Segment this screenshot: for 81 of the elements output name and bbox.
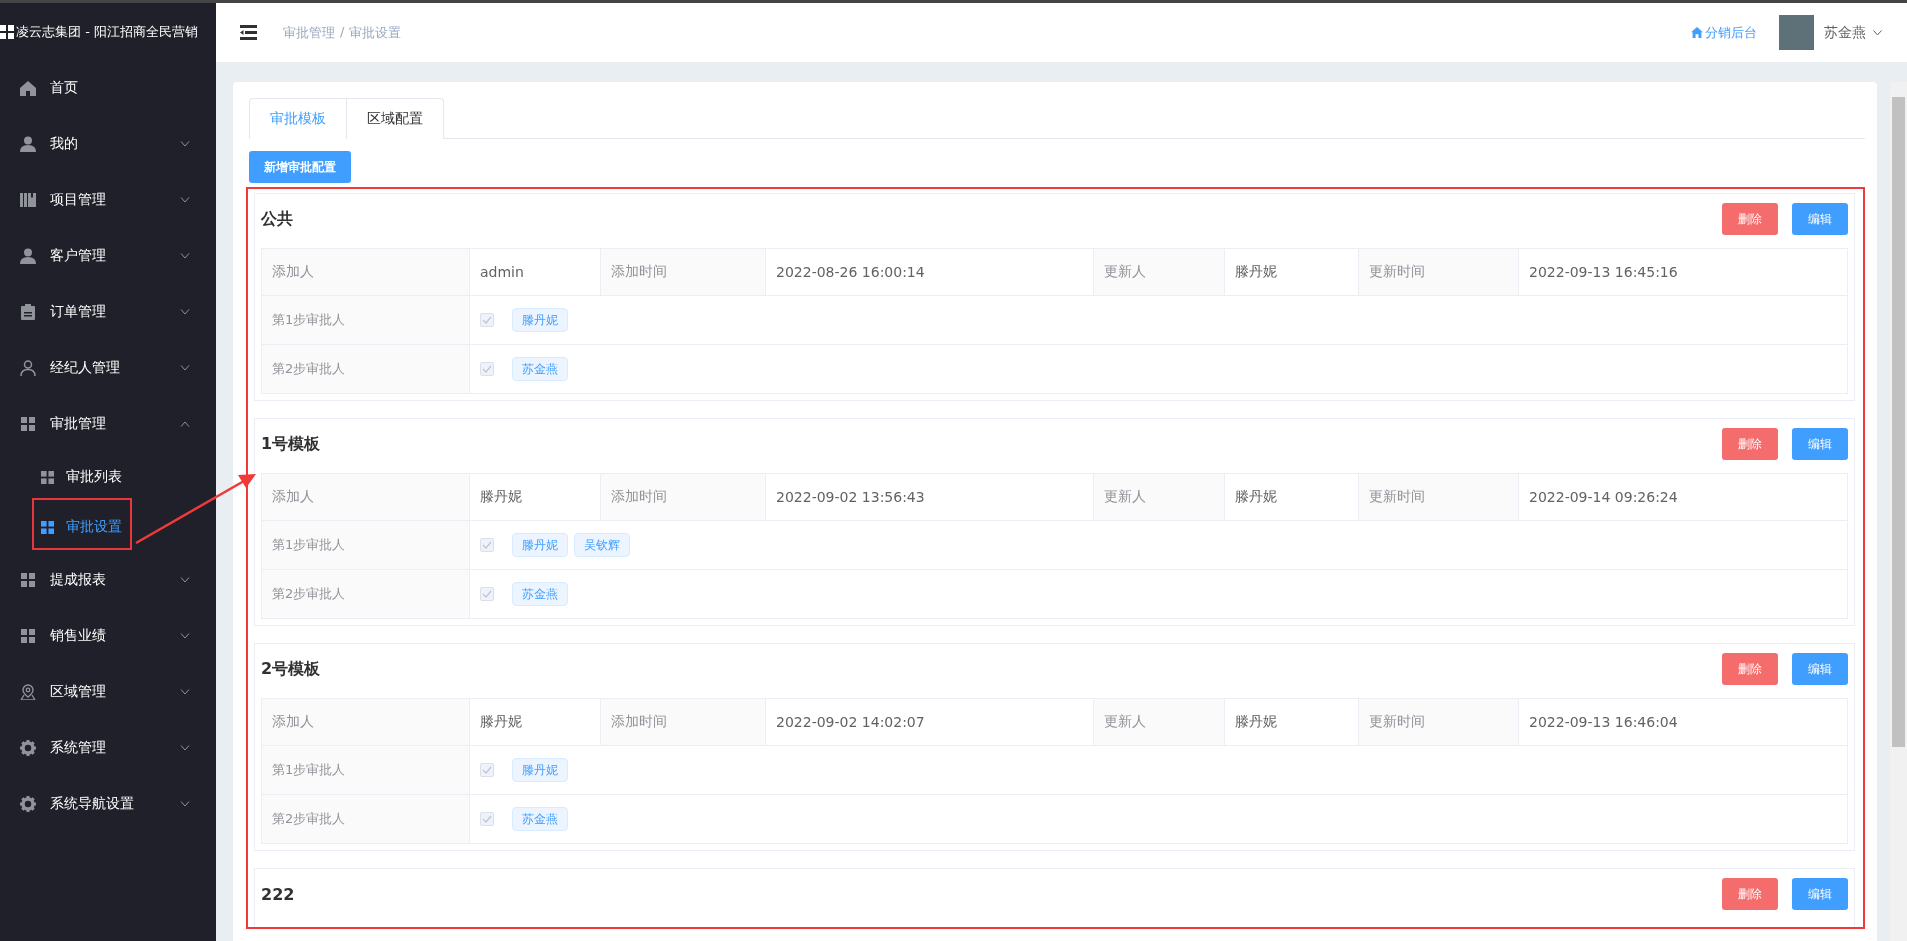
label-cell: 添加人 [262,249,470,295]
user-name[interactable]: 苏金燕 [1824,23,1866,42]
tab[interactable]: 区域配置 [347,98,444,139]
chevron-icon [180,141,190,147]
label-cell: 第2步审批人 [262,570,470,618]
user-icon [20,136,36,152]
label-cell: 第1步审批人 [262,746,470,794]
settings-icon [20,796,36,812]
label-cell: 第1步审批人 [262,296,470,344]
grid-icon [41,520,54,534]
label-cell: 更新人 [1094,699,1225,745]
label-cell: 添加人 [262,474,470,520]
label-cell: 更新人 [1094,474,1225,520]
sidebar-item[interactable]: 区域管理 [0,664,216,720]
books-icon [20,193,36,207]
approver-tag: 苏金燕 [512,582,568,606]
value-cell-text: 2022-09-13 16:46:04 [1528,713,1679,732]
breadcrumb-separator: / [340,23,345,41]
grid-icon [21,629,35,643]
approver-tag: 苏金燕 [512,807,568,831]
sidebar-subitem[interactable]: 审批列表 [0,452,216,502]
grid-logo-icon [0,24,14,39]
chevron-icon [180,801,190,807]
chevron-icon [180,689,190,695]
avatar-placeholder[interactable] [1779,15,1814,50]
label-cell: 第2步审批人 [262,795,470,843]
sidebar-item[interactable]: 首页 [0,60,216,116]
menu-icon[interactable] [240,25,257,40]
app-title: 凌云志集团 - 阳江招商全民营销 [16,22,198,41]
chevron-icon [180,197,190,203]
label-cell: 添加时间 [601,699,766,745]
chevron-icon [180,577,190,583]
label-cell: 第1步审批人 [262,521,470,569]
label-cell: 添加时间 [601,249,766,295]
sidebar-item[interactable]: 客户管理 [0,228,216,284]
value-cell-text: 2022-09-13 16:45:16 [1528,263,1679,282]
clipboard-icon [21,304,35,320]
approver-tag: 滕丹妮 [512,308,568,332]
sidebar-item[interactable]: 提成报表 [0,552,216,608]
user-icon [20,248,36,264]
template-title: 公共 [261,208,294,230]
chevron-icon [180,253,190,259]
label-cell: 更新人 [1094,249,1225,295]
label-cell: 添加人 [262,699,470,745]
approver-tag: 吴钦辉 [574,533,630,557]
sidebar-item[interactable]: 审批管理 [0,396,216,452]
label-cell: 更新时间 [1359,474,1519,520]
chevron-icon [180,421,190,427]
grid-icon [41,470,54,484]
template-title: 222 [261,884,296,904]
label-cell: 更新时间 [1359,699,1519,745]
sidebar-item[interactable]: 我的 [0,116,216,172]
template-title: 1号模板 [261,433,322,455]
chevron-icon [1872,29,1883,36]
sidebar-subitem[interactable]: 审批设置 [0,502,216,552]
grid-icon [21,417,35,431]
sidebar-item[interactable]: 项目管理 [0,172,216,228]
sidebar-item[interactable]: 订单管理 [0,284,216,340]
approver-tag: 滕丹妮 [512,533,568,557]
approver-tag: 苏金燕 [512,357,568,381]
label-cell: 第2步审批人 [262,345,470,393]
approver-tag: 滕丹妮 [512,758,568,782]
sidebar-item[interactable]: 系统管理 [0,720,216,776]
settings-icon [20,740,36,756]
sidebar-item[interactable]: 销售业绩 [0,608,216,664]
label-cell: 添加时间 [601,474,766,520]
location-pin-icon [20,684,36,700]
template-title: 2号模板 [261,658,322,680]
chevron-icon [180,365,190,371]
chevron-icon [180,309,190,315]
scrollbar[interactable] [1890,82,1907,941]
home-icon [1691,27,1703,38]
grid-icon [21,573,35,587]
chevron-icon [180,633,190,639]
label-cell: 更新时间 [1359,249,1519,295]
home-icon [20,80,36,96]
sidebar-item[interactable]: 经纪人管理 [0,340,216,396]
value-cell-text: 2022-09-14 09:26:24 [1528,488,1679,507]
chevron-icon [180,745,190,751]
sidebar-item[interactable]: 系统导航设置 [0,776,216,832]
user-icon [20,360,36,376]
